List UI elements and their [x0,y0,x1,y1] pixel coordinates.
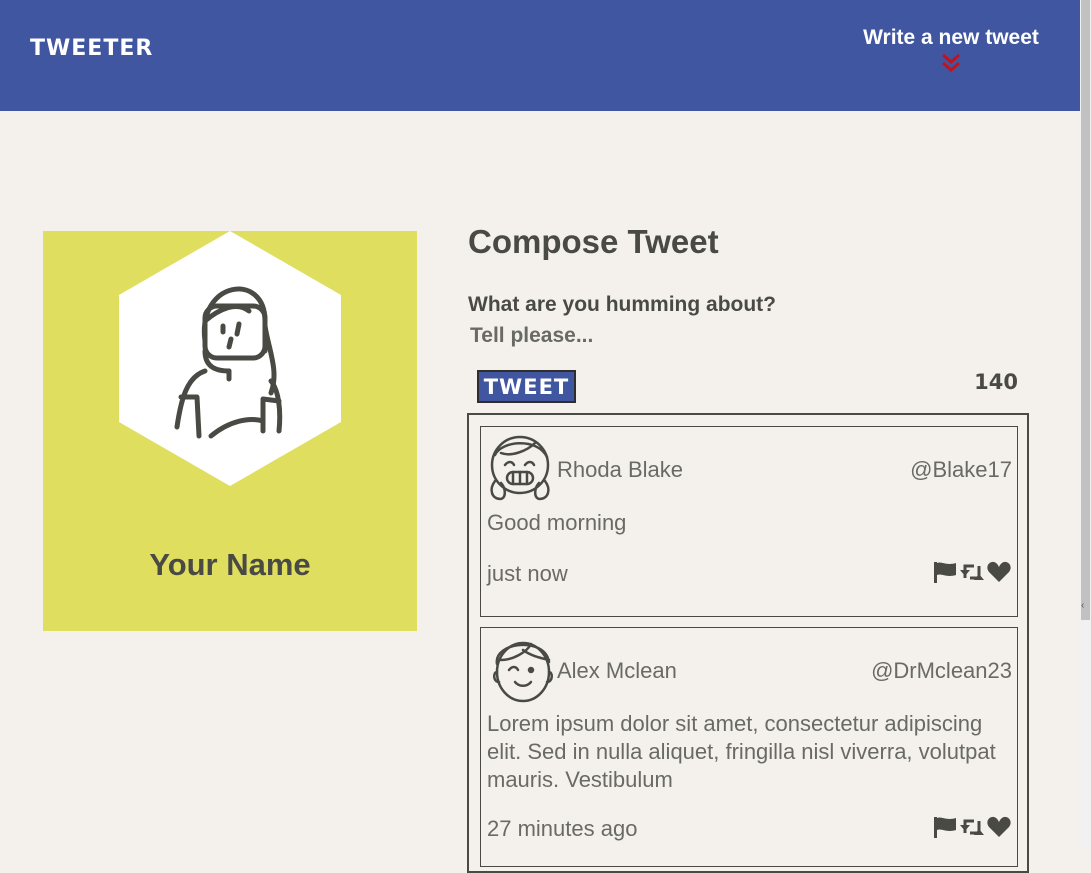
scrollbar-arrow-icon[interactable]: ‹ [1081,601,1084,611]
write-new-tweet-button[interactable]: Write a new tweet [852,26,1050,74]
profile-card: Your Name [43,231,417,631]
tweet-author-handle: @Blake17 [910,457,1012,482]
retweet-icon[interactable] [959,815,985,839]
tweet-text-input[interactable] [468,320,1030,352]
page-scrollbar[interactable]: ‹ [1080,0,1091,850]
tweet-submit-button[interactable]: TWEET [477,370,576,403]
top-nav: TWEETER Write a new tweet [0,0,1080,111]
profile-name: Your Name [149,547,311,582]
tweet-body: Lorem ipsum dolor sit amet, consectetur … [487,711,996,792]
tweet-author-handle: @DrMclean23 [871,658,1012,683]
tweet-author-name: Alex Mclean [557,658,677,683]
tweet-card: Rhoda Blake @Blake17 Good morning just n… [480,426,1018,617]
write-new-tweet-label: Write a new tweet [863,26,1039,49]
heart-icon[interactable] [986,815,1012,839]
scrollbar-thumb[interactable] [1081,0,1090,620]
tweet-timestamp: just now [487,561,568,586]
compose-label: What are you humming about? [468,293,776,316]
tweet-actions [932,815,1012,839]
heart-icon[interactable] [986,560,1012,584]
tweet-card: Alex Mclean @DrMclean23 Lorem ipsum dolo… [480,627,1018,867]
tweet-feed[interactable]: Rhoda Blake @Blake17 Good morning just n… [467,413,1029,873]
retweet-icon[interactable] [959,560,985,584]
tweet-body: Good morning [487,510,627,535]
compose-title: Compose Tweet [468,223,719,260]
flag-icon[interactable] [932,815,958,839]
profile-avatar [119,231,341,486]
double-chevron-down-icon [942,53,960,72]
boy-avatar-icon [493,641,553,703]
girl-avatar-icon [490,435,550,501]
flag-icon[interactable] [932,560,958,584]
tweet-timestamp: 27 minutes ago [487,816,638,841]
character-counter: 140 [974,370,1018,394]
tweet-author-name: Rhoda Blake [557,457,683,482]
tweet-actions [932,560,1012,584]
brand-logo[interactable]: TWEETER [30,36,153,61]
